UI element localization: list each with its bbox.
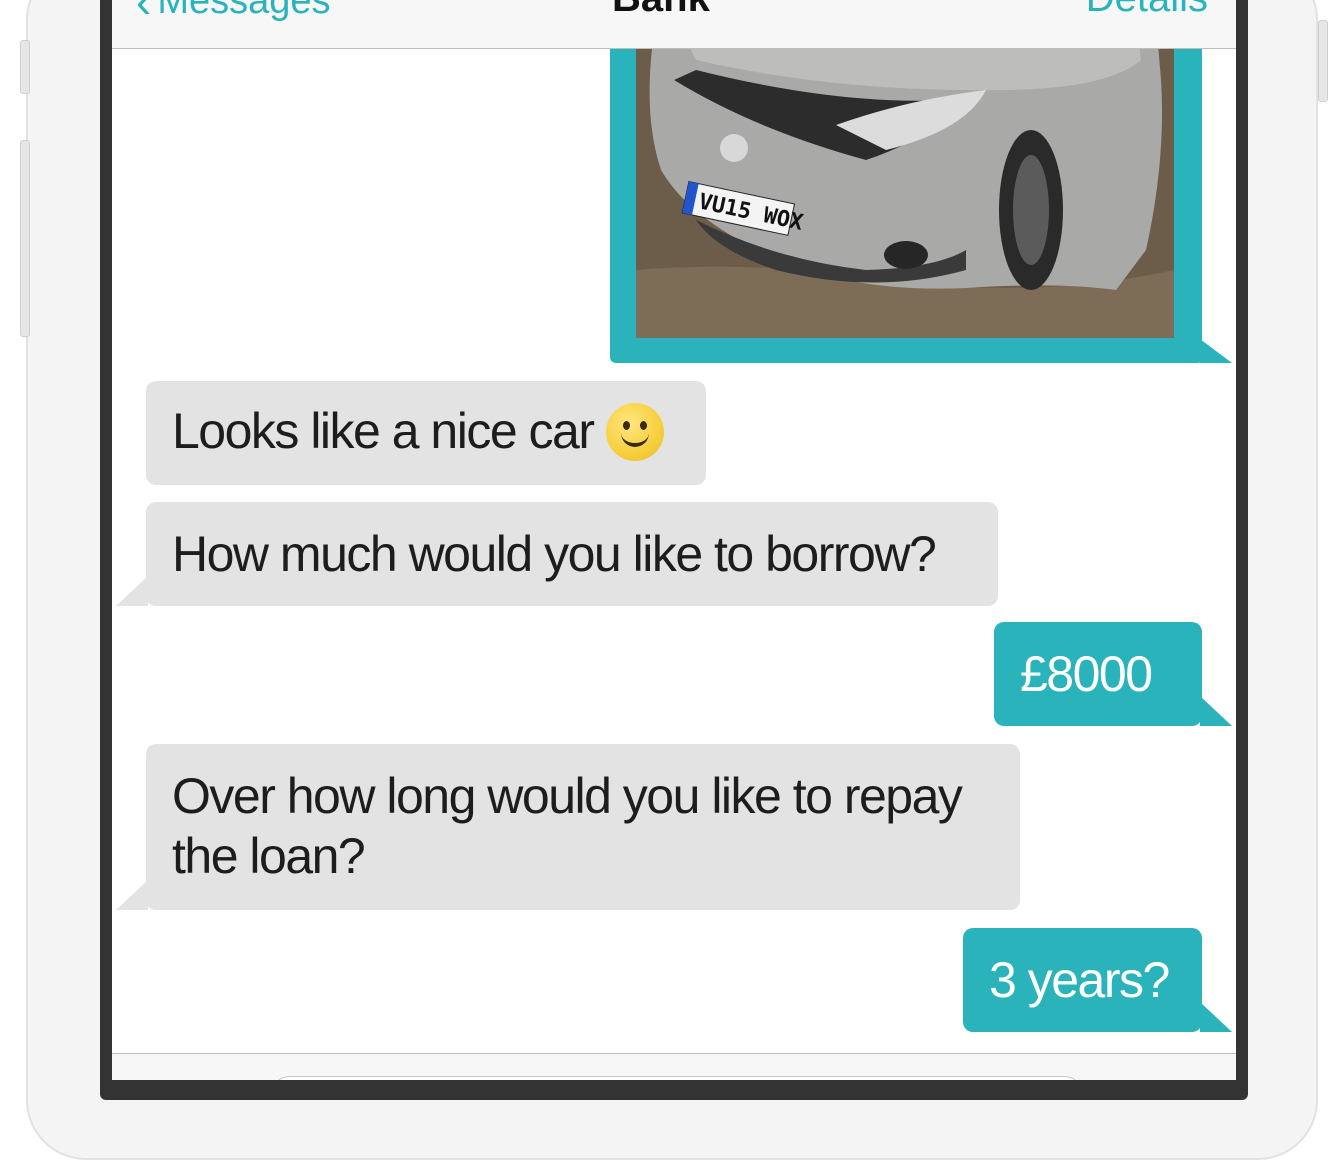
details-button[interactable]: Details [1086,0,1208,21]
message-input[interactable] [270,1076,1084,1080]
message-text: Looks like a nice car [172,403,595,459]
back-button[interactable]: ‹ Messages [136,0,331,24]
message-text: £8000 [1020,646,1153,702]
bubble-tail [1200,339,1232,363]
outgoing-message[interactable]: £8000 [994,622,1202,726]
image-message-bubble[interactable]: VU15 WOX [610,20,1202,363]
navigation-bar: ‹ Messages Bank Details [112,0,1236,49]
outgoing-message[interactable]: 3 years? [963,928,1202,1032]
bubble-tail [1200,1002,1232,1032]
bubble-tail [116,576,148,606]
back-label: Messages [157,0,331,22]
smiley-face-icon [605,402,664,461]
bubble-tail [1200,696,1232,726]
message-text: Over how long would you like to repay th… [172,768,963,884]
messages-app: ‹ Messages Bank Details [112,0,1236,1080]
compose-bar [112,1053,1236,1080]
volume-buttons [20,140,30,337]
conversation-title: Bank [612,0,710,21]
chevron-left-icon: ‹ [136,0,152,27]
incoming-message[interactable]: How much would you like to borrow? [146,502,998,606]
message-text: 3 years? [989,952,1170,1008]
message-text: How much would you like to borrow? [172,526,937,582]
bubble-tail [116,880,148,910]
mute-switch [20,40,30,94]
incoming-message[interactable]: Looks like a nice car [146,381,706,485]
car-illustration: VU15 WOX [636,20,1174,338]
power-button [1318,20,1328,102]
car-photo[interactable]: VU15 WOX [636,20,1174,338]
incoming-message[interactable]: Over how long would you like to repay th… [146,744,1020,910]
